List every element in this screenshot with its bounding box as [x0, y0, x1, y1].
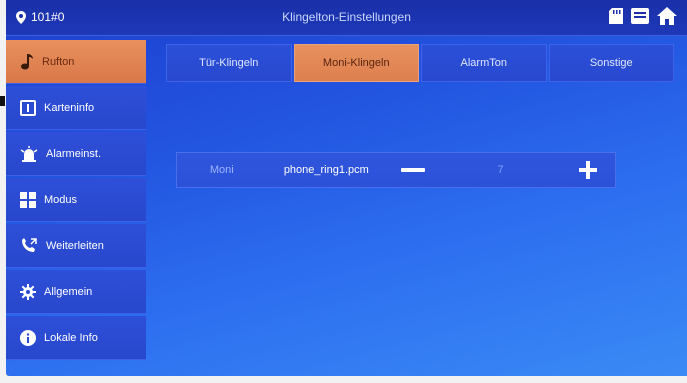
minus-icon [401, 168, 426, 172]
sidebar-item-lokale-info[interactable]: Lokale Info [6, 316, 146, 360]
sidebar-item-label: Rufton [42, 55, 75, 68]
status-icons [609, 7, 677, 25]
sidebar-item-label: Karteninfo [44, 101, 95, 114]
sidebar-item-label: Lokale Info [44, 331, 98, 344]
volume-increase-button[interactable] [560, 153, 615, 187]
volume-value: 7 [497, 164, 504, 176]
card-icon [20, 99, 36, 116]
tab-sonstige[interactable]: Sonstige [548, 44, 674, 82]
tab-moni-klingeln[interactable]: Moni-Klingeln [293, 44, 419, 82]
sidebar-item-rufton[interactable]: Rufton [6, 40, 146, 84]
sd-card-icon [609, 8, 623, 24]
ringtone-file-selector[interactable]: phone_ring1.pcm [267, 153, 386, 187]
ringtone-label: Moni [209, 164, 234, 176]
page-title: Klingelton-Einstellungen [282, 10, 411, 24]
gear-icon [20, 283, 36, 300]
info-icon [20, 329, 36, 346]
music-note-icon [21, 53, 33, 69]
sidebar-item-label: Weiterleiten [46, 239, 104, 252]
grid-icon [20, 191, 36, 208]
sidebar-item-allgemein[interactable]: Allgemein [6, 270, 146, 314]
volume-decrease-button[interactable] [386, 153, 441, 187]
sidebar-item-karteninfo[interactable]: Karteninfo [6, 86, 146, 130]
tab-bar: Tür-Klingeln Moni-Klingeln AlarmTon Sons… [166, 44, 674, 82]
sidebar-item-label: Alarmeinst. [46, 147, 102, 160]
call-forward-icon [22, 237, 37, 252]
sidebar: Rufton Karteninfo Alarmeinst. Modus Weit… [6, 40, 146, 376]
sidebar-item-weiterleiten[interactable]: Weiterleiten [6, 224, 146, 268]
tab-alarmton[interactable]: AlarmTon [421, 44, 547, 82]
alarm-light-icon [20, 145, 38, 162]
sidebar-item-alarmeinst[interactable]: Alarmeinst. [6, 132, 146, 176]
message-icon[interactable] [631, 8, 649, 24]
photo-edge [0, 96, 5, 106]
home-icon[interactable] [657, 7, 677, 25]
sidebar-item-modus[interactable]: Modus [6, 178, 146, 222]
sidebar-item-label: Modus [44, 193, 78, 206]
top-bar: 101#0 Klingelton-Einstellungen [6, 0, 687, 36]
ringtone-setting-row: Moni phone_ring1.pcm 7 [176, 152, 616, 188]
sidebar-item-label: Allgemein [44, 285, 93, 298]
tab-tuer-klingeln[interactable]: Tür-Klingeln [166, 44, 292, 82]
screen: 101#0 Klingelton-Einstellungen Rufton Ka… [6, 0, 687, 376]
plus-icon [578, 161, 597, 179]
